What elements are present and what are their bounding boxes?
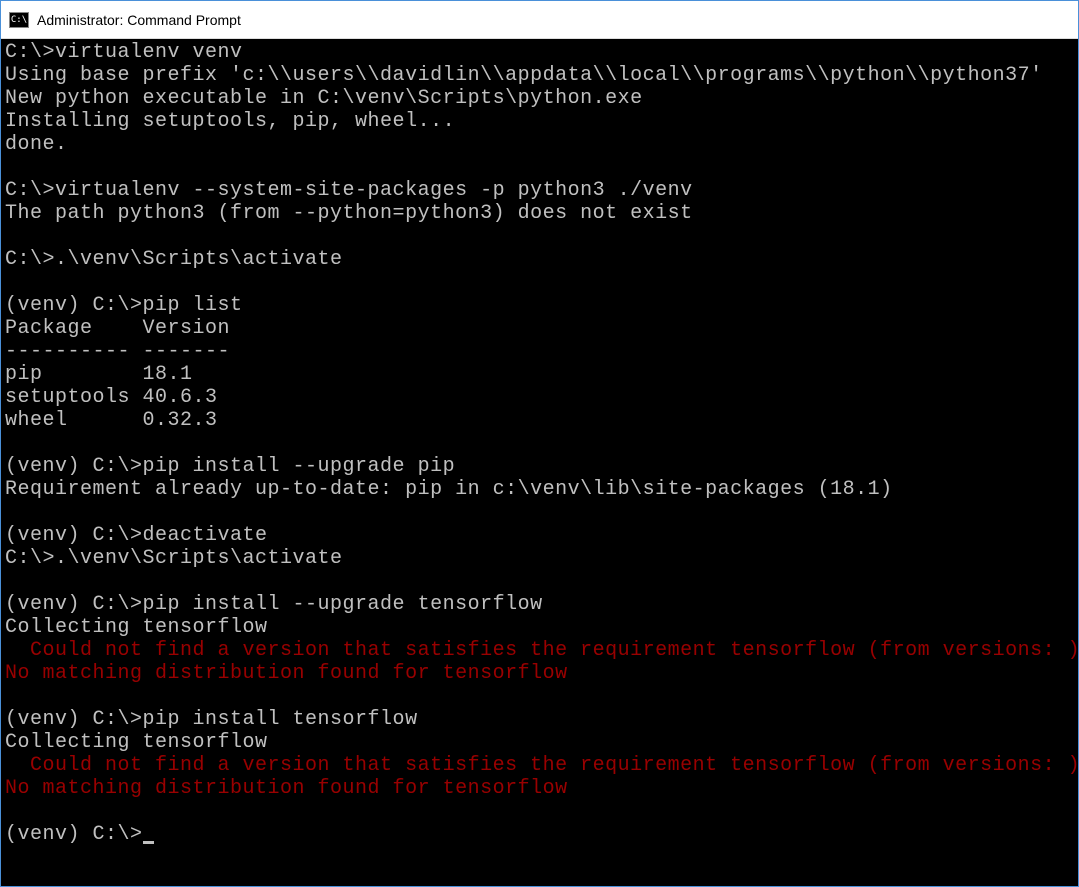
terminal-line: setuptools 40.6.3: [5, 386, 218, 409]
terminal-line: C:\>virtualenv venv: [5, 41, 243, 64]
terminal-line: Using base prefix 'c:\\users\\davidlin\\…: [5, 64, 1043, 87]
terminal-line: (venv) C:\>pip list: [5, 294, 243, 317]
terminal-line: Collecting tensorflow: [5, 731, 268, 754]
terminal-line: C:\>.\venv\Scripts\activate: [5, 547, 343, 570]
terminal-output[interactable]: C:\>virtualenv venv Using base prefix 'c…: [1, 39, 1078, 886]
terminal-line: C:\>virtualenv --system-site-packages -p…: [5, 179, 693, 202]
terminal-line: Collecting tensorflow: [5, 616, 268, 639]
terminal-line: New python executable in C:\venv\Scripts…: [5, 87, 643, 110]
cursor: [143, 841, 154, 844]
terminal-line: wheel 0.32.3: [5, 409, 218, 432]
terminal-line: C:\>.\venv\Scripts\activate: [5, 248, 343, 271]
terminal-line: ---------- -------: [5, 340, 230, 363]
terminal-line: (venv) C:\>pip install tensorflow: [5, 708, 418, 731]
terminal-line: (venv) C:\>deactivate: [5, 524, 268, 547]
window-title: Administrator: Command Prompt: [37, 12, 241, 28]
terminal-line: (venv) C:\>pip install --upgrade tensorf…: [5, 593, 543, 616]
cmd-icon: C:\: [9, 12, 29, 28]
terminal-line: done.: [5, 133, 68, 156]
terminal-line: Could not find a version that satisfies …: [5, 754, 1078, 777]
terminal-line: Could not find a version that satisfies …: [5, 639, 1078, 662]
terminal-line: Requirement already up-to-date: pip in c…: [5, 478, 893, 501]
terminal-line: The path python3 (from --python=python3)…: [5, 202, 693, 225]
terminal-line: No matching distribution found for tenso…: [5, 777, 568, 800]
terminal-line: (venv) C:\>pip install --upgrade pip: [5, 455, 455, 478]
terminal-line: No matching distribution found for tenso…: [5, 662, 568, 685]
terminal-line: Package Version: [5, 317, 230, 340]
window-titlebar[interactable]: C:\ Administrator: Command Prompt: [1, 1, 1078, 39]
terminal-line: pip 18.1: [5, 363, 193, 386]
terminal-prompt: (venv) C:\>: [5, 823, 143, 846]
terminal-line: Installing setuptools, pip, wheel...: [5, 110, 455, 133]
